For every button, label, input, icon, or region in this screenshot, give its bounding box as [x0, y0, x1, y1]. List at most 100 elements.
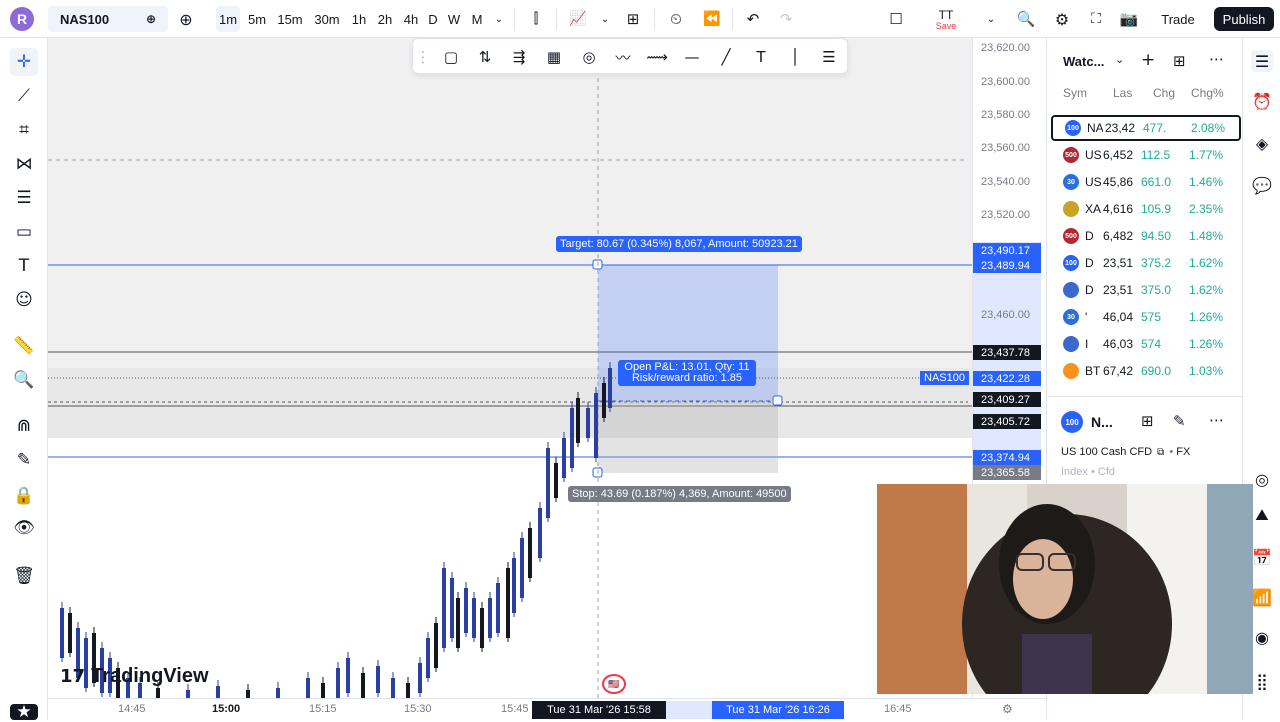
- entry-handle[interactable]: [772, 395, 783, 406]
- col-symbol[interactable]: Sym: [1063, 86, 1087, 100]
- trend-line-icon[interactable]: ⟋: [10, 82, 38, 110]
- text-icon[interactable]: T: [749, 45, 773, 69]
- advanced-view-icon[interactable]: ⊞: [1173, 52, 1186, 70]
- watchlist-row[interactable]: 30 US 45,86 661.0 1.46%: [1051, 169, 1241, 195]
- circle-target-icon[interactable]: ◎: [577, 45, 601, 69]
- bar-style-icon[interactable]: ⫿: [526, 0, 546, 38]
- camera-snapshot-icon[interactable]: 📷: [1118, 0, 1140, 38]
- save-layout-button[interactable]: TT Save: [914, 0, 978, 38]
- timeframe-5m[interactable]: 5m: [245, 0, 269, 38]
- timeframe-2h[interactable]: 2h: [374, 0, 396, 38]
- add-symbol-icon[interactable]: ⊕: [146, 12, 156, 26]
- hide-eye-icon[interactable]: 👁: [10, 514, 38, 542]
- watchlist-row[interactable]: 30 ' 46,04 575 1.26%: [1051, 304, 1241, 330]
- watchlist-row[interactable]: 100 D 23,51 375.2 1.62%: [1051, 250, 1241, 276]
- watchlist-row[interactable]: XA 4,616 105.9 2.35%: [1051, 196, 1241, 222]
- apps-grid-icon[interactable]: ⣿: [1251, 670, 1273, 692]
- ruler-icon[interactable]: 📏: [10, 332, 38, 360]
- horizontal-line-icon[interactable]: —: [680, 45, 704, 69]
- timeframe-30m[interactable]: 30m: [312, 0, 342, 38]
- flag-event-icon[interactable]: 🇺🇸: [602, 674, 626, 694]
- timeframe-dropdown-icon[interactable]: ⌄: [492, 0, 506, 38]
- timeframe-4h[interactable]: 4h: [400, 0, 422, 38]
- rectangle-tool-icon[interactable]: ▢: [439, 45, 463, 69]
- magnet-icon[interactable]: ⋒: [10, 412, 38, 440]
- fullscreen-icon[interactable]: ⛶: [1086, 0, 1106, 38]
- timeframe-w[interactable]: W: [446, 0, 462, 38]
- zoom-in-icon[interactable]: 🔍: [10, 366, 38, 394]
- chart-pane[interactable]: ⌄ 2 Target: 80.67 (0.345%) 8,067, Amount…: [48, 38, 972, 698]
- pattern-icon[interactable]: ⋈: [10, 150, 38, 178]
- vertical-line-icon[interactable]: │: [783, 45, 807, 69]
- broadcast-icon[interactable]: 📶: [1251, 586, 1273, 608]
- watchlist-row[interactable]: BT 67,42 690.0 1.03%: [1051, 358, 1241, 384]
- redo-icon[interactable]: ↷: [776, 0, 796, 38]
- table-tool-icon[interactable]: ▦: [542, 45, 566, 69]
- ray-icon[interactable]: ╱: [714, 45, 738, 69]
- timeframe-d[interactable]: D: [426, 0, 440, 38]
- edit-note-icon[interactable]: ✎: [1173, 412, 1186, 430]
- compare-plus-icon[interactable]: ⊕: [176, 0, 196, 38]
- external-link-icon[interactable]: ⧉: [1157, 447, 1164, 458]
- alerts-clock-icon[interactable]: ⏰: [1251, 90, 1273, 112]
- watchlist-row[interactable]: 100 NA 23,42 477. 2.08%: [1051, 115, 1241, 141]
- target-circle-icon[interactable]: ◎: [1251, 468, 1273, 490]
- drag-handle-icon[interactable]: ⋮: [416, 45, 431, 69]
- save-dropdown-icon[interactable]: ⌄: [984, 0, 998, 38]
- calendar-icon[interactable]: 📅: [1251, 546, 1273, 568]
- emoji-icon[interactable]: ☺: [10, 286, 38, 314]
- add-symbol-icon[interactable]: +: [1141, 50, 1155, 70]
- short-position-icon[interactable]: ⇶: [507, 45, 531, 69]
- undo-icon[interactable]: ↶: [743, 0, 763, 38]
- more-tools-icon[interactable]: ☰: [817, 45, 841, 69]
- favorites-star-icon[interactable]: ★: [10, 702, 38, 722]
- details-full-name[interactable]: US 100 Cash CFD: [1061, 446, 1152, 458]
- alert-clock-icon[interactable]: ⏲: [665, 0, 687, 38]
- long-position-icon[interactable]: ⇅: [473, 45, 497, 69]
- fib-grid-icon[interactable]: ⌗: [10, 116, 38, 144]
- details-short-name[interactable]: N...: [1091, 414, 1113, 430]
- user-avatar[interactable]: R: [10, 7, 34, 31]
- loss-zone[interactable]: [598, 401, 778, 473]
- more-options-icon[interactable]: ⋯: [1209, 50, 1224, 68]
- trash-icon[interactable]: 🗑: [10, 562, 38, 590]
- more-options-icon[interactable]: ⋯: [1209, 411, 1224, 429]
- crosshair-icon[interactable]: ✛: [10, 48, 38, 76]
- watchlist-icon[interactable]: ☰: [1251, 50, 1273, 72]
- col-change-pct[interactable]: Chg%: [1191, 86, 1224, 100]
- help-icon[interactable]: ◉: [1251, 626, 1273, 648]
- watchlist-row[interactable]: 500 D 6,482 94.50 1.48%: [1051, 223, 1241, 249]
- indicators-dropdown-icon[interactable]: ⌄: [598, 0, 612, 38]
- layouts-grid-icon[interactable]: ⊞: [622, 0, 644, 38]
- text-tool-icon[interactable]: T: [10, 252, 38, 280]
- shapes-icon[interactable]: ▭: [10, 218, 38, 246]
- grid-view-icon[interactable]: ⊞: [1141, 412, 1154, 430]
- pine-editor-icon[interactable]: ⛰: [1251, 504, 1273, 526]
- col-last[interactable]: Las: [1113, 86, 1132, 100]
- publish-button[interactable]: Publish: [1214, 7, 1274, 31]
- replay-icon[interactable]: ⏪: [701, 0, 723, 38]
- watchlist-row[interactable]: 500 US 6,452 112.5 1.77%: [1051, 142, 1241, 168]
- fullscreen-box-icon[interactable]: ☐: [886, 0, 906, 38]
- timeframe-15m[interactable]: 15m: [276, 0, 304, 38]
- trade-button[interactable]: Trade: [1152, 0, 1204, 38]
- brush-icon[interactable]: 〰: [611, 45, 635, 69]
- watchlist-row[interactable]: D 23,51 375.0 1.62%: [1051, 277, 1241, 303]
- forecast-icon[interactable]: ☰: [10, 184, 38, 212]
- watchlist-title[interactable]: Watc...: [1063, 54, 1104, 69]
- settings-gear-icon[interactable]: ⚙: [1052, 0, 1072, 38]
- quick-search-icon[interactable]: 🔍: [1016, 0, 1036, 38]
- timeframe-m[interactable]: M: [469, 0, 485, 38]
- stay-in-drawing-icon[interactable]: ✎: [10, 446, 38, 474]
- axis-settings-icon[interactable]: ⚙: [1002, 702, 1013, 716]
- indicators-icon[interactable]: 📈: [567, 0, 589, 38]
- object-tree-icon[interactable]: ◈: [1251, 132, 1273, 154]
- chat-icon[interactable]: 💬: [1251, 174, 1273, 196]
- timeframe-1h[interactable]: 1h: [348, 0, 370, 38]
- path-icon[interactable]: ⟿: [645, 45, 669, 69]
- col-change[interactable]: Chg: [1153, 86, 1175, 100]
- chevron-down-icon[interactable]: ⌄: [1115, 53, 1124, 66]
- watchlist-row[interactable]: I 46,03 574 1.26%: [1051, 331, 1241, 357]
- lock-icon[interactable]: 🔒: [10, 482, 38, 510]
- timeframe-1m[interactable]: 1m: [216, 6, 240, 32]
